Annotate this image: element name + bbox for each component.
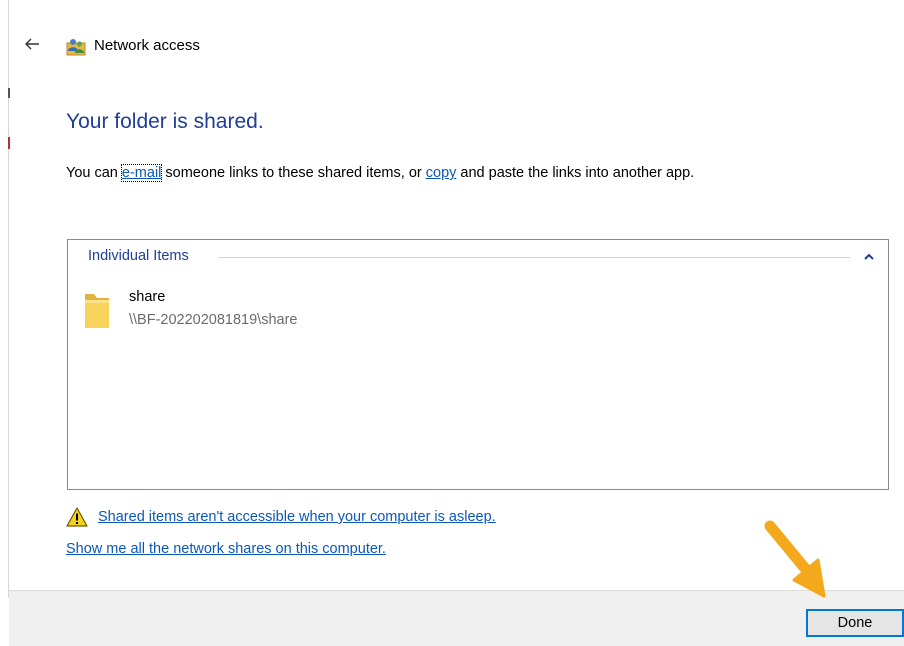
chevron-up-icon[interactable] xyxy=(862,250,876,264)
edge-mark xyxy=(8,88,10,98)
copy-link[interactable]: copy xyxy=(426,165,457,181)
page-heading: Your folder is shared. xyxy=(66,110,264,133)
dialog-footer: Done xyxy=(9,590,904,646)
desc-text-after: and paste the links into another app. xyxy=(456,165,695,181)
desc-text-before: You can xyxy=(66,165,122,181)
network-access-window: Network access Your folder is shared. Yo… xyxy=(0,0,904,646)
item-path: \\BF-202202081819\share xyxy=(129,312,298,328)
shared-items-list[interactable]: Individual Items share \\BF-202202081819… xyxy=(67,239,889,490)
group-header-individual-items: Individual Items xyxy=(88,248,189,264)
desc-text-middle: someone links to these shared items, or xyxy=(161,165,426,181)
done-button[interactable]: Done xyxy=(806,609,904,637)
edge-mark xyxy=(8,137,10,149)
share-description: You can e-mail someone links to these sh… xyxy=(66,164,695,182)
window-title: Network access xyxy=(94,37,200,54)
list-item[interactable]: share \\BF-202202081819\share xyxy=(80,288,500,332)
back-arrow-icon[interactable] xyxy=(22,34,42,54)
warning-icon xyxy=(66,507,88,527)
sleep-warning-row: Shared items aren't accessible when your… xyxy=(66,507,686,529)
show-network-shares-link[interactable]: Show me all the network shares on this c… xyxy=(66,541,386,557)
title-bar: Network access xyxy=(0,28,904,64)
folder-icon xyxy=(82,290,112,330)
sleep-warning-link[interactable]: Shared items aren't accessible when your… xyxy=(98,509,496,525)
item-name: share xyxy=(129,289,166,305)
network-users-icon xyxy=(66,36,86,56)
email-link[interactable]: e-mail xyxy=(120,164,163,182)
group-divider xyxy=(218,257,850,258)
